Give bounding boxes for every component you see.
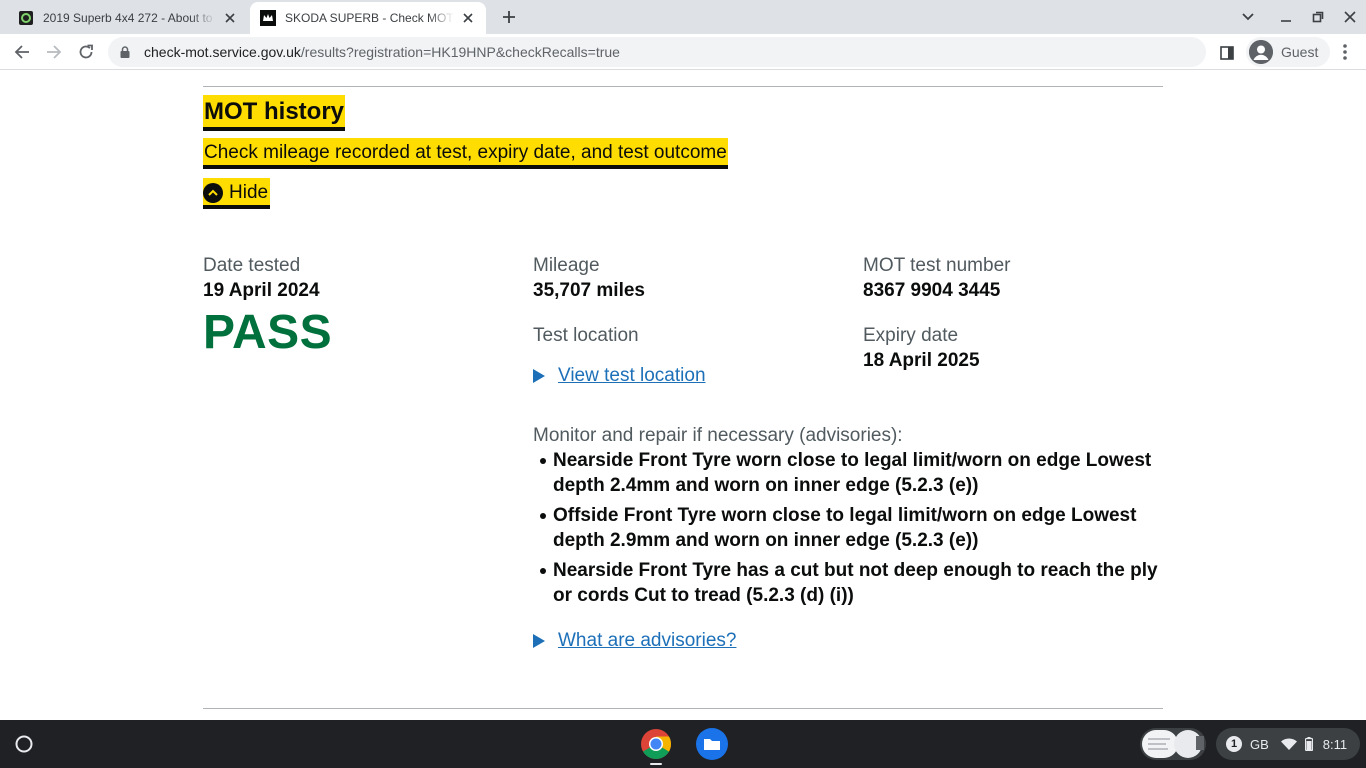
- view-test-location-link[interactable]: View test location: [533, 363, 706, 388]
- battery-icon: [1304, 737, 1313, 751]
- restore-button[interactable]: [1306, 6, 1330, 28]
- tab-title: 2019 Superb 4x4 272 - About to: [43, 11, 213, 25]
- advisories-label: Monitor and repair if necessary (advisor…: [533, 425, 903, 446]
- tab-strip: 2019 Superb 4x4 272 - About to SKODA SUP…: [0, 0, 1366, 34]
- mot-test-number-value: 8367 9904 3445: [863, 280, 1001, 301]
- hide-toggle-button[interactable]: Hide: [203, 180, 271, 205]
- expiry-date-value: 18 April 2025: [863, 350, 980, 371]
- mot-history-summary[interactable]: Check mileage recorded at test, expiry d…: [203, 140, 728, 165]
- view-test-location-label: View test location: [558, 365, 706, 386]
- date-tested-value: 19 April 2024: [203, 280, 320, 301]
- tab-search-chevron-icon[interactable]: [1236, 6, 1260, 28]
- close-window-button[interactable]: [1338, 6, 1362, 28]
- reload-button[interactable]: [72, 38, 100, 66]
- mot-test-number-label: MOT test number: [863, 255, 1011, 276]
- what-are-advisories-link[interactable]: What are advisories?: [533, 628, 736, 653]
- mot-history-heading[interactable]: MOT history: [203, 97, 346, 127]
- page-content: MOT history Check mileage recorded at te…: [0, 71, 1366, 720]
- close-icon[interactable]: [460, 10, 476, 26]
- avatar-icon: [1249, 40, 1273, 64]
- close-icon[interactable]: [222, 10, 238, 26]
- crown-icon: [260, 10, 276, 26]
- tab-superb-about[interactable]: 2019 Superb 4x4 272 - About to: [8, 2, 248, 34]
- hide-label: Hide: [229, 182, 269, 203]
- mileage-label: Mileage: [533, 255, 600, 276]
- back-button[interactable]: [8, 38, 36, 66]
- launcher-button[interactable]: [8, 728, 40, 760]
- section-divider: [203, 86, 1163, 87]
- list-item: Offside Front Tyre worn close to legal l…: [540, 503, 1165, 553]
- notification-count-badge: 1: [1226, 736, 1242, 752]
- lock-icon: [120, 46, 130, 58]
- expiry-date-label: Expiry date: [863, 325, 959, 346]
- running-indicator: [650, 763, 662, 765]
- browser-toolbar: check-mot.service.gov.uk/results?registr…: [0, 34, 1366, 70]
- minimize-button[interactable]: [1274, 6, 1298, 28]
- list-item: Nearside Front Tyre has a cut but not de…: [540, 558, 1165, 608]
- what-are-advisories-label: What are advisories?: [558, 630, 737, 651]
- test-result-badge: PASS: [203, 306, 333, 359]
- address-bar[interactable]: check-mot.service.gov.uk/results?registr…: [108, 37, 1206, 67]
- profile-button[interactable]: Guest: [1246, 37, 1330, 67]
- test-location-label: Test location: [533, 325, 639, 346]
- side-panel-icon[interactable]: [1216, 42, 1238, 64]
- wifi-icon: [1280, 738, 1297, 750]
- tab-title: SKODA SUPERB - Check MOT his: [285, 11, 454, 25]
- list-item: Nearside Front Tyre worn close to legal …: [540, 448, 1165, 498]
- section-divider: [203, 708, 1163, 709]
- url-path: /results?registration=HK19HNP&checkRecal…: [300, 44, 620, 60]
- keyboard-layout-label: GB: [1250, 736, 1269, 752]
- mileage-value: 35,707 miles: [533, 280, 645, 301]
- url-host: check-mot.service.gov.uk: [144, 44, 301, 60]
- profile-label: Guest: [1281, 44, 1319, 60]
- system-shelf: 1 GB 8:11: [0, 720, 1366, 768]
- disclosure-triangle-icon: [533, 368, 545, 383]
- files-app-icon[interactable]: [696, 728, 728, 760]
- clock-time: 8:11: [1322, 736, 1348, 752]
- date-tested-label: Date tested: [203, 255, 301, 276]
- tab-check-mot[interactable]: SKODA SUPERB - Check MOT his: [250, 2, 486, 34]
- holding-space-thumbnails[interactable]: [1140, 728, 1206, 760]
- status-tray[interactable]: 1 GB 8:11: [1216, 728, 1360, 760]
- disclosure-triangle-icon: [533, 633, 545, 648]
- site-favicon-icon: [18, 10, 34, 26]
- more-menu-icon[interactable]: [1332, 38, 1358, 66]
- chrome-app-icon[interactable]: [640, 728, 672, 760]
- advisories-list: Nearside Front Tyre worn close to legal …: [540, 448, 1165, 613]
- chevron-up-icon: [203, 182, 223, 203]
- new-tab-button[interactable]: [498, 6, 520, 28]
- forward-button[interactable]: [40, 38, 68, 66]
